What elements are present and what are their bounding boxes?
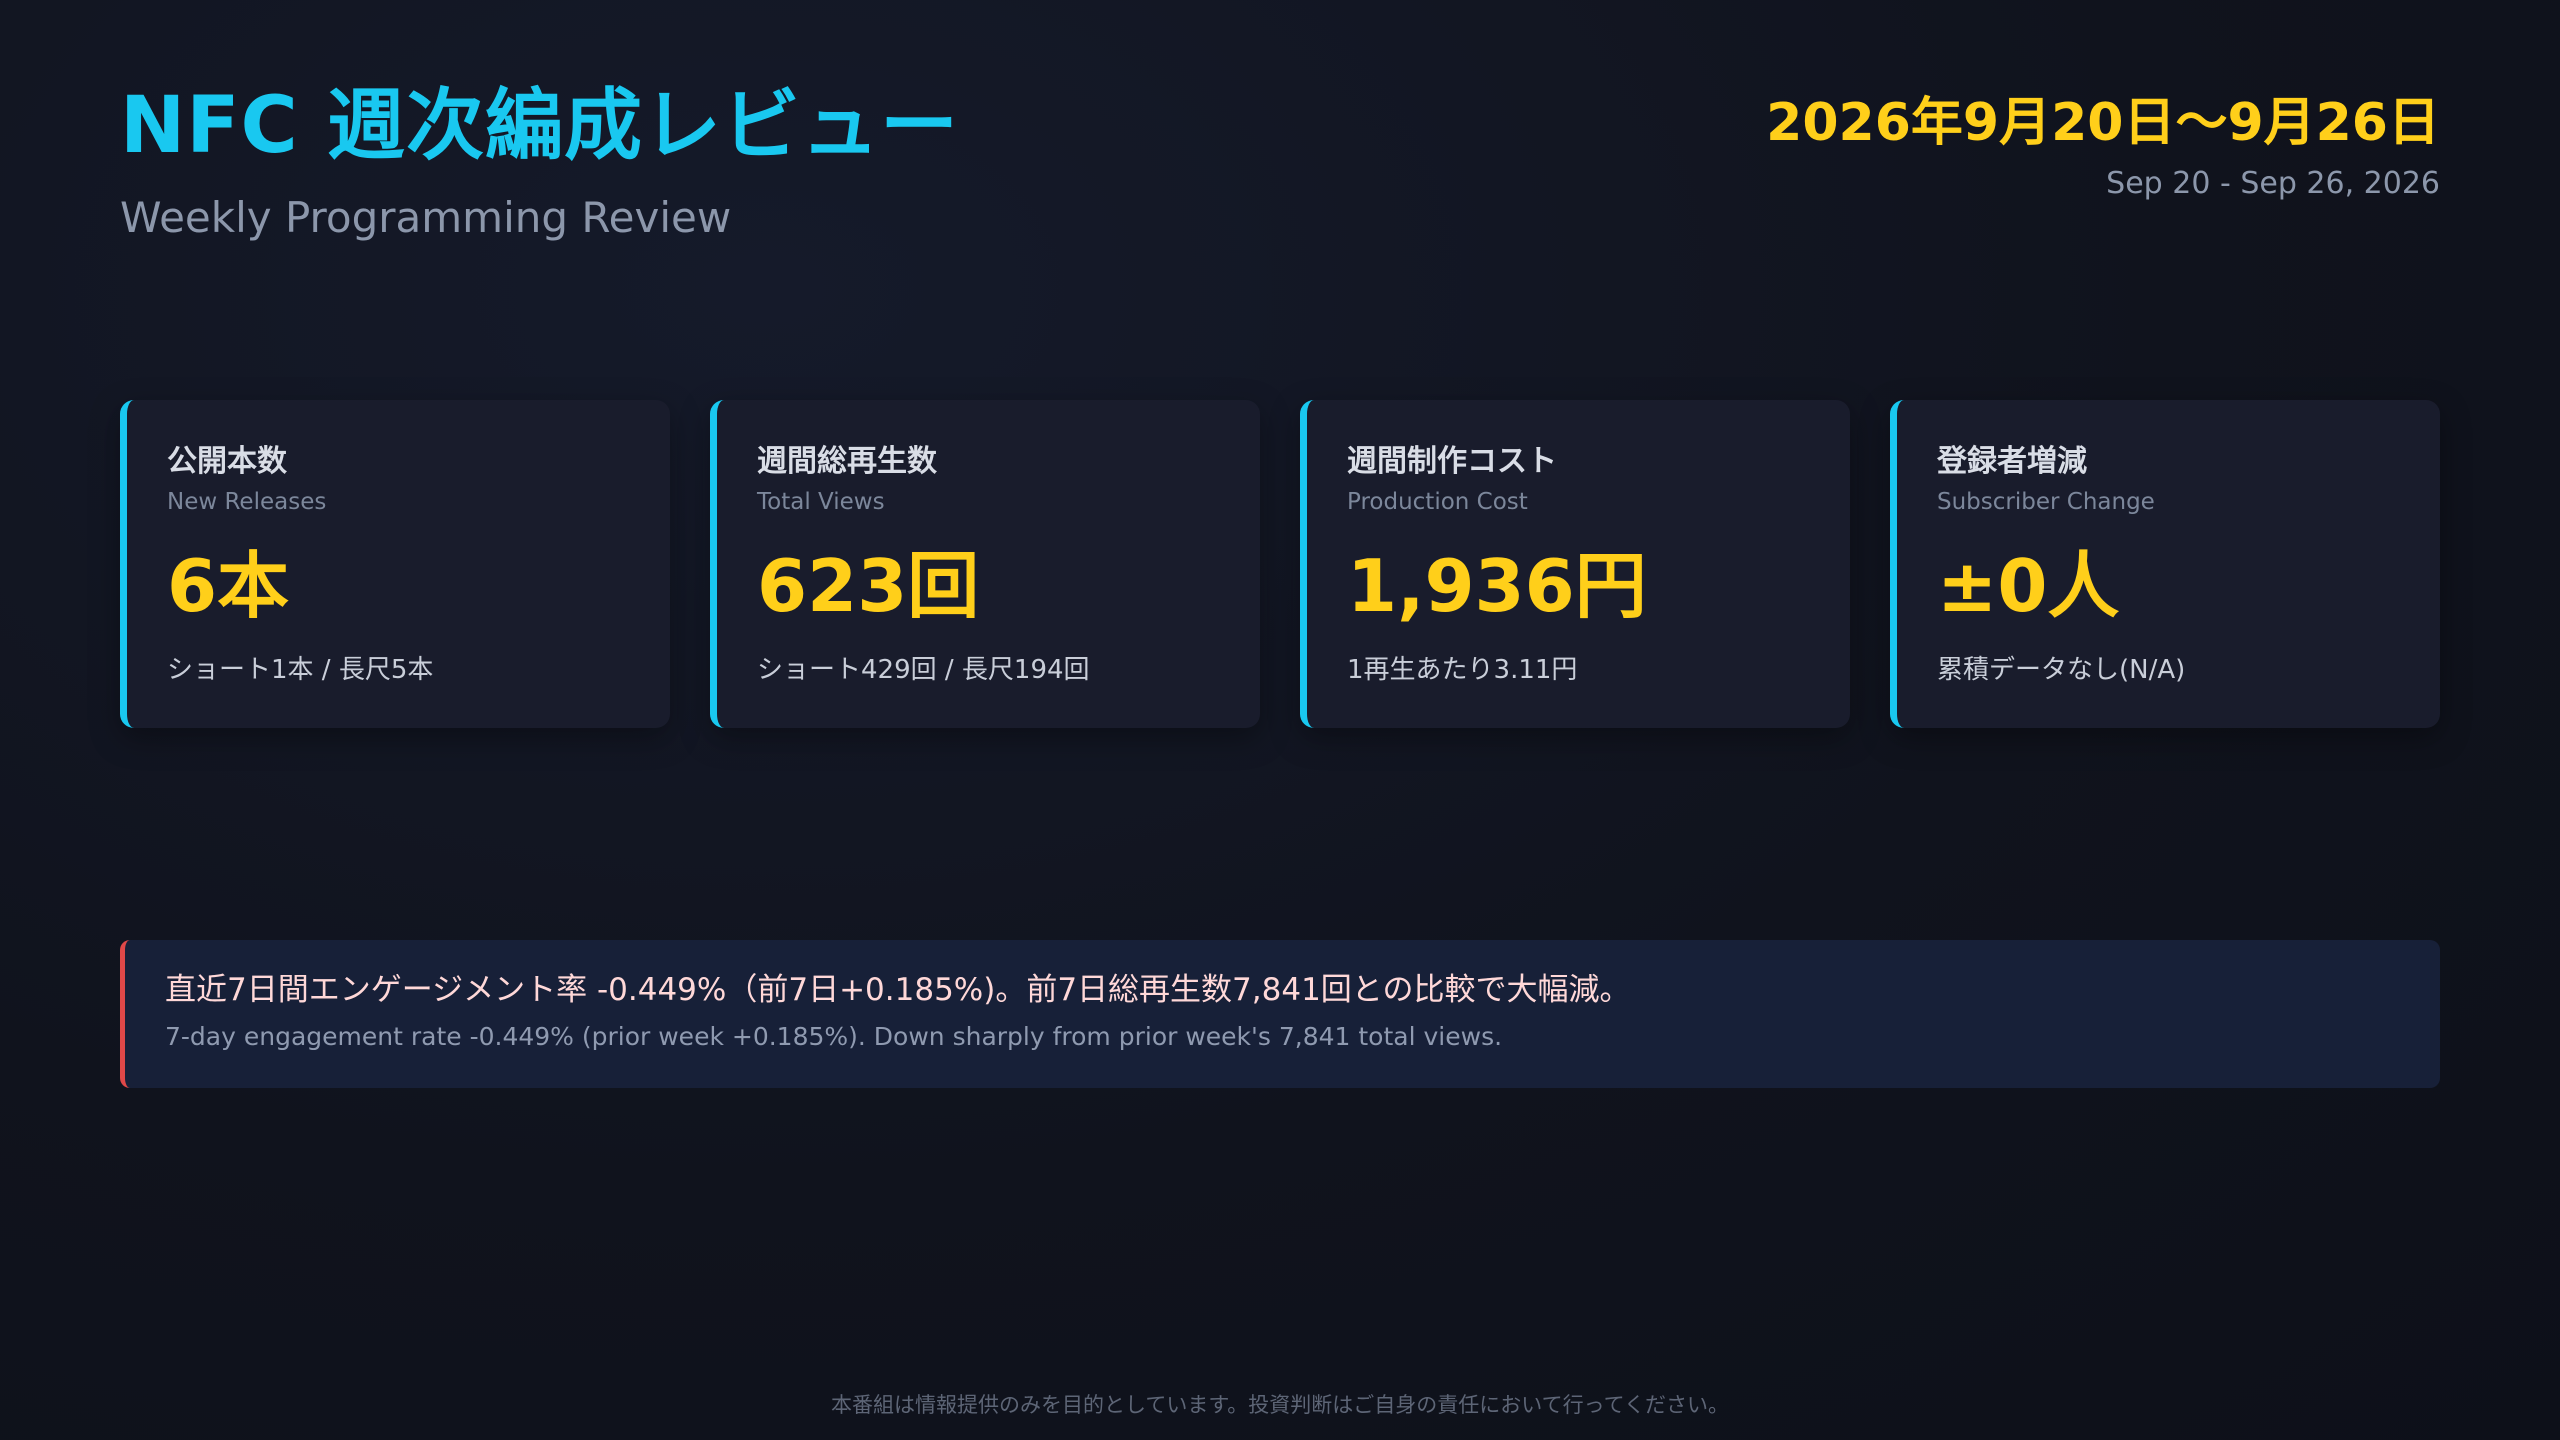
date-range-jp: 2026年9月20日〜9月26日 <box>1766 93 2440 153</box>
kpi-value: 623回 <box>757 544 980 628</box>
kpi-detail: 累積データなし(N/A) <box>1937 655 2186 685</box>
kpi-label-jp: 週間総再生数 <box>757 444 937 479</box>
title-block: NFC 週次編成レビュー Weekly Programming Review <box>120 78 959 244</box>
kpi-label-jp: 公開本数 <box>167 444 287 479</box>
footer-disclaimer: 本番組は情報提供のみを目的としています。投資判断はご自身の責任において行ってくだ… <box>831 1393 1729 1417</box>
date-range-block: 2026年9月20日〜9月26日 Sep 20 - Sep 26, 2026 <box>1766 88 2440 204</box>
kpi-value: 6本 <box>167 544 290 628</box>
kpi-label-jp: 登録者増減 <box>1937 444 2087 479</box>
date-range-en: Sep 20 - Sep 26, 2026 <box>2106 166 2440 201</box>
kpi-cards: 公開本数 New Releases 6本 ショート1本 / 長尺5本 週間総再生… <box>120 400 2440 728</box>
kpi-card-total-views: 週間総再生数 Total Views 623回 ショート429回 / 長尺194… <box>710 400 1260 728</box>
kpi-detail: 1再生あたり3.11円 <box>1347 655 1578 685</box>
kpi-detail: ショート429回 / 長尺194回 <box>757 655 1090 685</box>
alert-text-jp: 直近7日間エンゲージメント率 -0.449%（前7日+0.185%)。前7日総再… <box>165 972 1631 1008</box>
kpi-label-en: Production Cost <box>1347 489 1528 515</box>
page-subtitle: Weekly Programming Review <box>120 193 732 242</box>
page-title: NFC 週次編成レビュー <box>120 81 959 171</box>
kpi-detail: ショート1本 / 長尺5本 <box>167 655 434 685</box>
kpi-card-production-cost: 週間制作コスト Production Cost 1,936円 1再生あたり3.1… <box>1300 400 1850 728</box>
kpi-card-new-releases: 公開本数 New Releases 6本 ショート1本 / 長尺5本 <box>120 400 670 728</box>
kpi-value: ±0人 <box>1937 544 2120 628</box>
alert-text-en: 7-day engagement rate -0.449% (prior wee… <box>165 1022 1503 1051</box>
engagement-alert: 直近7日間エンゲージメント率 -0.449%（前7日+0.185%)。前7日総再… <box>120 940 2440 1088</box>
kpi-label-en: Subscriber Change <box>1937 489 2155 515</box>
kpi-label-en: Total Views <box>757 489 885 515</box>
kpi-label-jp: 週間制作コスト <box>1347 444 1557 479</box>
kpi-card-subscriber-change: 登録者増減 Subscriber Change ±0人 累積データなし(N/A) <box>1890 400 2440 728</box>
kpi-label-en: New Releases <box>167 489 327 515</box>
kpi-value: 1,936円 <box>1347 544 1647 628</box>
